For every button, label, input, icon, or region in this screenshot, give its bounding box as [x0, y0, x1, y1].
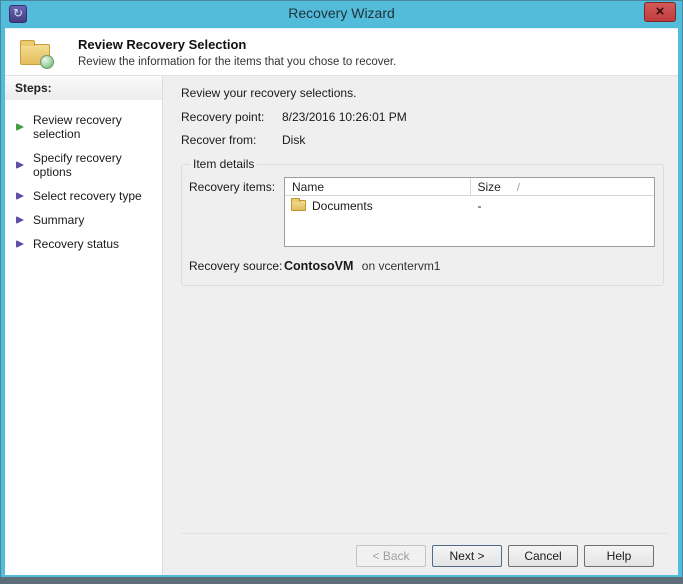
page-subtitle: Review the information for the items tha… [78, 55, 397, 68]
step-label: Summary [33, 213, 85, 227]
step-label: Review recovery selection [33, 113, 122, 141]
next-button[interactable]: Next > [432, 545, 502, 567]
intro-text: Review your recovery selections. [181, 86, 357, 100]
window-body: Review Recovery Selection Review the inf… [5, 28, 678, 575]
recovery-items-label: Recovery items: [189, 180, 276, 194]
recovery-source-label: Recovery source: [189, 259, 283, 273]
column-header-name[interactable]: Name [285, 178, 470, 195]
step-arrow-icon [16, 240, 24, 248]
folder-recovery-icon [20, 39, 54, 69]
recovery-point-label: Recovery point: [181, 110, 265, 124]
title-bar: ↻ Recovery Wizard × [0, 0, 683, 28]
item-details-legend: Item details [193, 157, 255, 171]
wizard-header: Review Recovery Selection Review the inf… [5, 29, 678, 76]
button-bar: < Back Next > Cancel Help [181, 533, 668, 575]
step-select-recovery-type: Select recovery type [5, 184, 162, 208]
recover-from-value: Disk [282, 133, 306, 147]
recovery-items-table: Name Size / Documents - [284, 177, 655, 247]
cancel-button[interactable]: Cancel [508, 545, 578, 567]
table-row-documents[interactable]: Documents - [285, 196, 654, 215]
window-title: Recovery Wizard [288, 5, 395, 21]
step-label: Select recovery type [33, 189, 142, 203]
page-title: Review Recovery Selection [78, 36, 247, 52]
recovery-source-host: on vcentervm1 [361, 259, 441, 273]
help-button[interactable]: Help [584, 545, 654, 567]
steps-sidebar: Steps: Review recovery selection Specify… [5, 76, 163, 575]
recover-from-label: Recover from: [181, 133, 257, 147]
recovery-source-vm-name: ContosoVM [284, 259, 354, 273]
recovery-point-row: Recovery point: 8/23/2016 10:26:01 PM [181, 110, 668, 124]
folder-icon [291, 198, 306, 211]
close-icon[interactable]: × [644, 2, 676, 22]
step-arrow-icon [16, 192, 24, 200]
step-arrow-icon [16, 216, 24, 224]
content-pane: Review your recovery selections. Recover… [163, 76, 678, 575]
step-recovery-status: Recovery status [5, 232, 162, 256]
step-summary: Summary [5, 208, 162, 232]
sort-ascending-icon: / [516, 182, 520, 194]
step-specify-recovery-options: Specify recovery options [5, 146, 162, 184]
back-button: < Back [356, 545, 426, 567]
step-review-recovery-selection: Review recovery selection [5, 108, 162, 146]
item-details-group: Item details Recovery items: Name Size / [181, 157, 664, 286]
step-arrow-icon [16, 123, 24, 131]
item-size: - [477, 198, 482, 213]
table-header-row: Name Size / [285, 178, 654, 196]
steps-heading: Steps: [5, 76, 162, 100]
window-bottom-edge [0, 577, 683, 584]
step-arrow-icon [16, 161, 24, 169]
recover-from-row: Recover from: Disk [181, 133, 668, 147]
item-name: Documents [312, 198, 373, 213]
step-label: Recovery status [33, 237, 120, 251]
recovery-point-value: 8/23/2016 10:26:01 PM [282, 110, 407, 124]
column-header-size[interactable]: Size / [469, 178, 655, 195]
step-label: Specify recovery options [33, 151, 122, 179]
recovery-wizard-window: ↻ Recovery Wizard × Review Recovery Sele… [0, 0, 683, 584]
column-header-size-label: Size [477, 180, 501, 194]
recovery-source-row: Recovery source: ContosoVM on vcentervm1 [189, 259, 655, 273]
magnifier-badge-icon [40, 54, 54, 69]
